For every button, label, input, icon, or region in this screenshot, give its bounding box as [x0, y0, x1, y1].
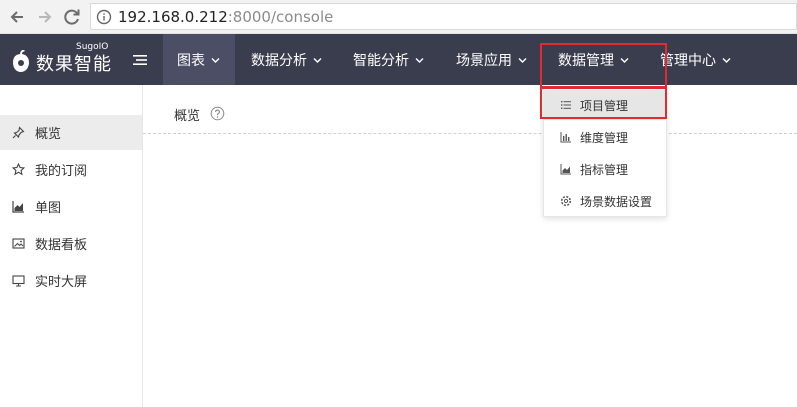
nav-item-scenarios[interactable]: 场景应用 — [456, 34, 527, 85]
nav-item-label: 管理中心 — [660, 52, 716, 69]
dropdown-item-metric-management[interactable]: 指标管理 — [544, 154, 666, 184]
chevron-down-icon — [313, 57, 322, 63]
brand-sup: SugoIO — [76, 42, 109, 52]
nav-item-label: 场景应用 — [456, 52, 512, 69]
address-bar[interactable]: 192.168.0.212:8000/console — [90, 3, 797, 30]
page-title: 概览 — [174, 109, 201, 124]
gear-icon — [560, 195, 572, 207]
monitor-icon — [12, 275, 25, 287]
help-icon[interactable] — [210, 106, 225, 121]
nav-item-charts[interactable]: 图表 — [163, 34, 235, 85]
sidebar-item-subscriptions[interactable]: 我的订阅 — [0, 152, 142, 187]
dropdown-item-label: 指标管理 — [580, 162, 629, 177]
star-icon — [12, 163, 25, 176]
sidebar-item-overview[interactable]: 概览 — [0, 115, 142, 150]
pin-icon — [12, 126, 25, 139]
sidebar-item-label: 数据看板 — [35, 238, 88, 253]
title-divider — [143, 133, 797, 134]
menu-toggle-icon[interactable] — [133, 52, 147, 66]
app-window: 192.168.0.212:8000/console 数果智能 SugoIO 图… — [0, 0, 797, 407]
browser-toolbar: 192.168.0.212:8000/console — [0, 0, 797, 34]
dropdown-item-label: 维度管理 — [580, 130, 629, 145]
sidebar-item-label: 实时大屏 — [35, 275, 88, 290]
back-arrow-icon[interactable] — [6, 6, 28, 28]
chevron-down-icon — [211, 57, 220, 63]
top-navigation: 数果智能 SugoIO 图表 数据分析 智能分析 场景应用 数据管理 管理中心 — [0, 34, 797, 85]
nav-item-label: 图表 — [177, 52, 205, 69]
info-icon[interactable] — [96, 9, 112, 25]
chevron-down-icon — [518, 57, 527, 63]
nav-item-smart-analysis[interactable]: 智能分析 — [353, 34, 424, 85]
chevron-down-icon — [722, 57, 731, 63]
nav-item-admin-center[interactable]: 管理中心 — [660, 34, 731, 85]
nav-item-label: 数据分析 — [251, 52, 307, 69]
nav-item-label: 智能分析 — [353, 52, 409, 69]
dropdown-item-scene-data-settings[interactable]: 场景数据设置 — [544, 186, 666, 216]
bar-chart-icon — [560, 132, 571, 143]
brand-name: 数果智能 — [36, 54, 112, 75]
highlight-box-nav — [540, 43, 667, 88]
area-chart-icon — [12, 201, 24, 213]
sidebar-item-label: 单图 — [35, 201, 62, 216]
url-path: :8000/console — [227, 8, 334, 26]
sidebar-item-dashboards[interactable]: 数据看板 — [0, 226, 142, 261]
dropdown-item-label: 场景数据设置 — [580, 194, 653, 209]
highlight-box-dropdown-item — [540, 87, 667, 119]
sidebar: 概览 我的订阅 单图 数据看板 实时大屏 — [0, 85, 143, 407]
dropdown-item-dimension-management[interactable]: 维度管理 — [544, 122, 666, 152]
sidebar-item-realtime-screen[interactable]: 实时大屏 — [0, 263, 142, 298]
sidebar-item-label: 我的订阅 — [35, 164, 88, 179]
url-text: 192.168.0.212:8000/console — [118, 8, 333, 26]
url-host: 192.168.0.212 — [118, 8, 228, 26]
image-board-icon — [12, 238, 25, 249]
area-chart-icon — [560, 164, 571, 175]
nav-item-data-analysis[interactable]: 数据分析 — [251, 34, 322, 85]
reload-icon[interactable] — [61, 6, 83, 28]
sidebar-item-label: 概览 — [35, 127, 62, 142]
sidebar-item-single-chart[interactable]: 单图 — [0, 189, 142, 224]
logo-mark-icon — [13, 50, 29, 72]
forward-arrow-icon[interactable] — [34, 6, 56, 28]
chevron-down-icon — [415, 57, 424, 63]
